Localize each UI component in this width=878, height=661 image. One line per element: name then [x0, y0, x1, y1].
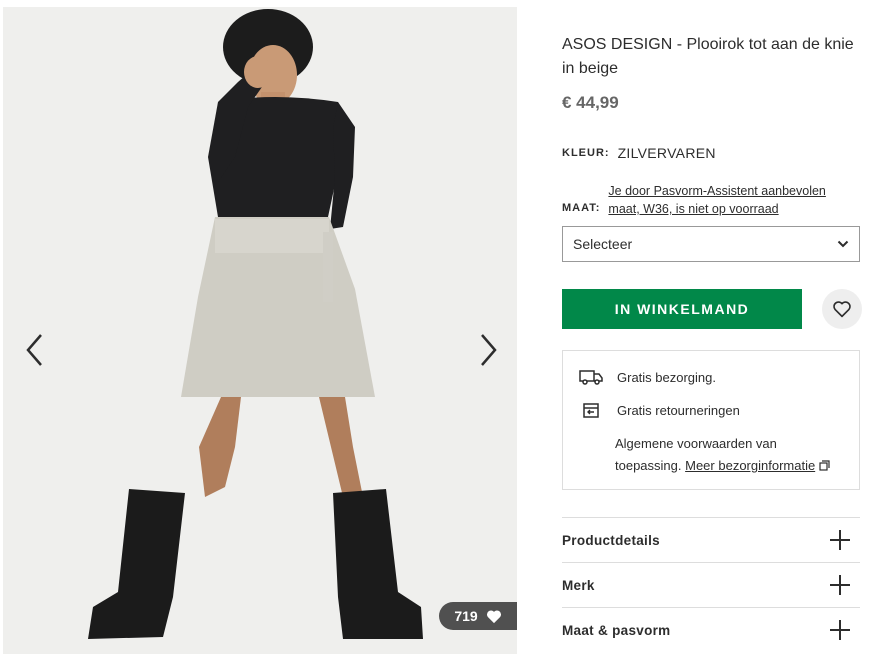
save-for-later-button[interactable]	[822, 289, 862, 329]
size-recommendation-link[interactable]: Je door Pasvorm-Assistent aanbevolen maa…	[608, 182, 843, 218]
product-title: ASOS DESIGN - Plooirok tot aan de knie i…	[562, 36, 854, 77]
chevron-right-icon	[481, 334, 497, 366]
product-price: € 44,99	[562, 93, 619, 112]
delivery-terms: Algemene voorwaarden van toepassing. Mee…	[615, 433, 845, 477]
plus-icon	[830, 620, 850, 640]
colour-row: KLEUR: ZILVERVAREN	[562, 145, 716, 161]
size-select-value: Selecteer	[573, 236, 633, 252]
truck-icon	[579, 369, 603, 385]
colour-label: KLEUR:	[562, 147, 610, 159]
accordion-merk[interactable]: Merk	[562, 562, 860, 606]
heart-icon	[833, 301, 851, 318]
previous-image-button[interactable]	[15, 325, 55, 375]
free-delivery-row: Gratis bezorging.	[579, 369, 716, 385]
add-to-bag-button[interactable]: IN WINKELMAND	[562, 289, 802, 329]
colour-value: ZILVERVAREN	[617, 145, 716, 161]
chevron-left-icon	[26, 334, 42, 366]
accordion-maat-pasvorm[interactable]: Maat & pasvorm	[562, 607, 860, 651]
accordion-title: Productdetails	[562, 532, 660, 548]
chevron-down-icon	[837, 240, 849, 248]
size-label: MAAT:	[562, 202, 601, 214]
plus-icon	[830, 575, 850, 595]
likes-count: 719	[454, 608, 478, 624]
product-gallery: 719	[3, 7, 517, 654]
delivery-info-box: Gratis bezorging. Gratis retourneringen …	[562, 350, 860, 490]
heart-icon	[486, 609, 502, 624]
free-delivery-text: Gratis bezorging.	[617, 369, 716, 385]
likes-badge: 719	[439, 602, 517, 630]
next-image-button[interactable]	[468, 325, 508, 375]
accordion-title: Merk	[562, 577, 595, 593]
returns-icon	[579, 401, 603, 419]
free-returns-row: Gratis retourneringen	[579, 401, 740, 419]
product-image	[3, 7, 517, 654]
plus-icon	[830, 530, 850, 550]
more-delivery-info-link[interactable]: Meer bezorginformatie	[685, 458, 815, 473]
size-select[interactable]: Selecteer	[562, 226, 860, 262]
external-link-icon	[819, 458, 830, 473]
accordion-title: Maat & pasvorm	[562, 622, 671, 638]
free-returns-text: Gratis retourneringen	[617, 402, 740, 418]
size-row: MAAT: Je door Pasvorm-Assistent aanbevol…	[562, 182, 843, 218]
accordion-productdetails[interactable]: Productdetails	[562, 517, 860, 561]
